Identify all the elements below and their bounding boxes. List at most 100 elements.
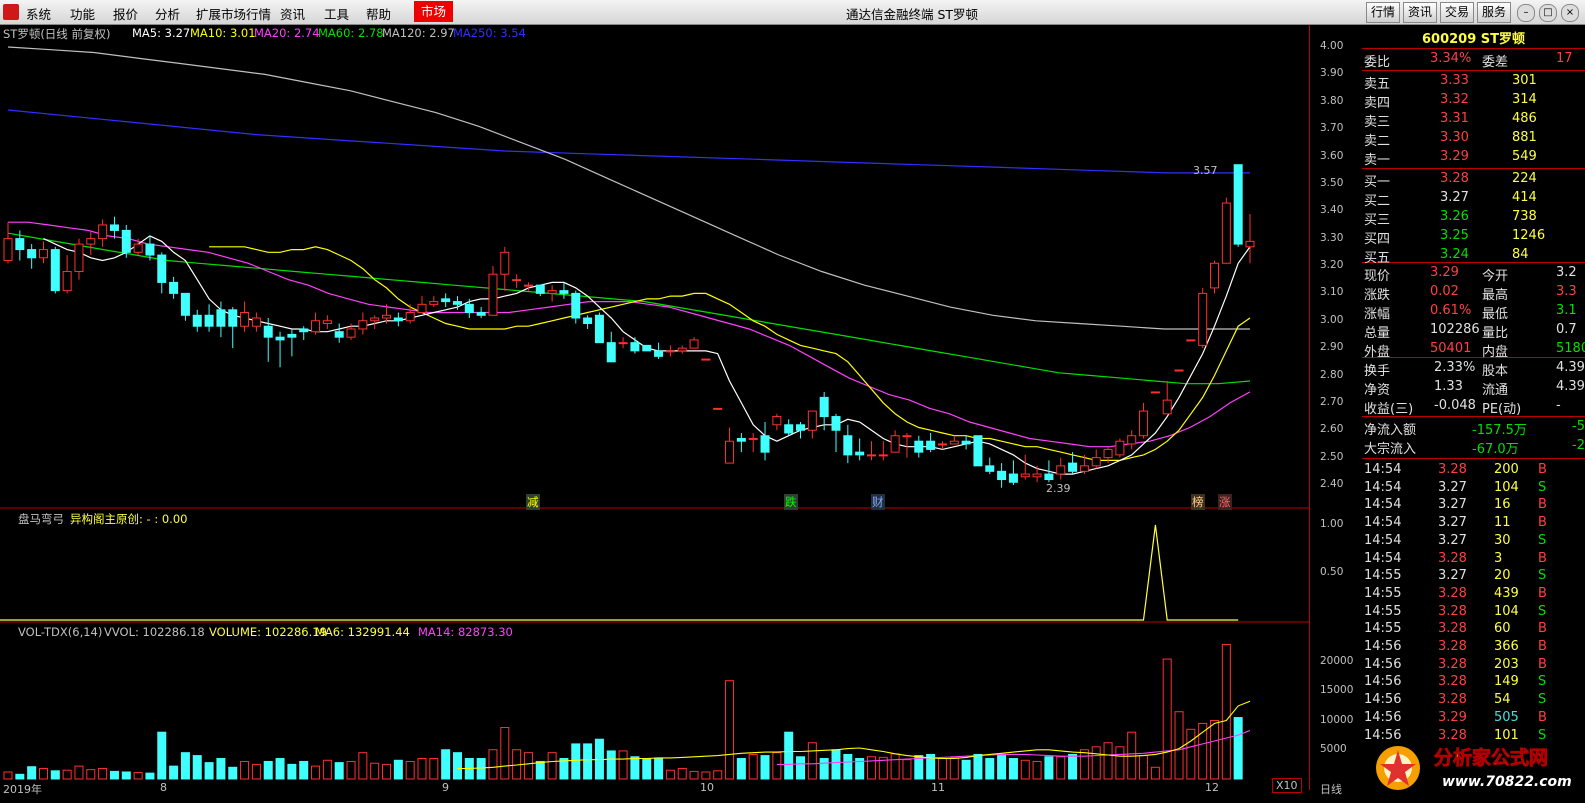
minimize-icon[interactable]: – <box>1517 4 1535 22</box>
ma250-line <box>7 109 1250 174</box>
stat-value: 4.39 <box>1556 379 1585 394</box>
tick-row: 14:54 3.28 3 B <box>1362 551 1585 569</box>
price-tick-label: 2.60 <box>1320 423 1344 436</box>
candle-body <box>713 407 723 410</box>
tick-volume: 60 <box>1494 621 1511 637</box>
event-mark-drop[interactable]: 跌 <box>784 494 798 510</box>
stat-label: 流通 <box>1482 383 1509 398</box>
menu-function[interactable]: 功能 <box>70 4 95 23</box>
tick-side: B <box>1538 515 1547 531</box>
menu-ext-market[interactable]: 扩展市场行情 <box>196 4 271 23</box>
volume-bar <box>27 766 37 780</box>
candle-body <box>1115 440 1125 456</box>
menu-market-tab[interactable]: 市场 <box>414 1 454 22</box>
volume-bar <box>1162 658 1172 780</box>
candle-body <box>192 314 202 327</box>
volume-bar <box>1186 728 1196 780</box>
candle-body <box>1174 369 1184 372</box>
ask-volume: 301 <box>1512 73 1537 88</box>
candle-body <box>926 440 936 450</box>
volume-bar <box>1020 759 1030 780</box>
volume-bar <box>50 770 60 780</box>
candle-body <box>1221 202 1231 264</box>
volume-bar <box>689 770 699 780</box>
candle-body <box>523 284 533 287</box>
menu-system[interactable]: 系统 <box>26 4 51 23</box>
volume-bar <box>571 743 581 780</box>
menu-quote[interactable]: 报价 <box>113 4 138 23</box>
price-tick-label: 3.60 <box>1320 149 1344 162</box>
candle-body <box>299 328 309 333</box>
candle-body <box>1162 399 1172 415</box>
tick-row: 14:54 3.27 16 B <box>1362 497 1585 515</box>
volume-bar <box>665 769 675 780</box>
close-icon[interactable]: × <box>1561 4 1579 22</box>
candle-body <box>618 342 628 345</box>
stat-label: 最高 <box>1482 288 1509 303</box>
maximize-icon[interactable]: □ <box>1539 4 1557 22</box>
volume-bar <box>192 755 202 780</box>
period-tab[interactable]: 日线 <box>1320 781 1342 797</box>
weicha-label: 委差 <box>1482 55 1509 70</box>
toolbar-trade-button[interactable]: 交易 <box>1440 2 1475 23</box>
candle-body <box>216 309 226 327</box>
vol-indicator-name: VOL-TDX(6,14) <box>18 625 103 639</box>
bid-price: 3.24 <box>1440 247 1469 262</box>
tick-volume: 366 <box>1494 639 1519 654</box>
volume-bar <box>334 762 344 780</box>
toolbar-news-button[interactable]: 资讯 <box>1403 2 1438 23</box>
watermark-logo: 分析家公式网 www.70822.com <box>1368 738 1585 800</box>
flow-label: 大宗流入 <box>1364 442 1417 457</box>
event-mark-finance[interactable]: 财 <box>871 494 885 510</box>
kline-chart-svg[interactable] <box>0 25 1309 790</box>
volume-bar <box>121 771 131 780</box>
event-mark-rise[interactable]: 涨 <box>1218 494 1232 510</box>
indicator-tick-label: 0.50 <box>1320 565 1344 578</box>
weicha-value: 17 <box>1556 51 1573 66</box>
volume-bar <box>973 753 983 780</box>
kline-chart-area[interactable]: ST罗顿(日线 前复权) MA5: 3.27 MA10: 3.01 MA20: … <box>0 25 1309 790</box>
volume-bar <box>736 758 746 780</box>
price-tick-label: 3.00 <box>1320 313 1344 326</box>
menu-help[interactable]: 帮助 <box>366 4 391 23</box>
volume-bar <box>216 758 226 780</box>
price-tick-label: 3.30 <box>1320 231 1344 244</box>
candle-body <box>393 317 403 322</box>
bid-price: 3.28 <box>1440 171 1469 186</box>
candle-body <box>15 238 25 251</box>
volume-tick-label: 5000 <box>1320 742 1347 755</box>
candle-body <box>240 312 250 327</box>
ask-volume: 881 <box>1512 130 1537 145</box>
candle-body <box>275 336 285 341</box>
menu-analysis[interactable]: 分析 <box>155 4 180 23</box>
ma250-label: MA250: 3.54 <box>453 26 526 40</box>
stat-label: 涨幅 <box>1364 307 1391 322</box>
tick-row: 14:56 3.28 366 B <box>1362 639 1585 657</box>
toolbar-quote-button[interactable]: 行情 <box>1366 2 1401 23</box>
price-tick-label: 3.70 <box>1320 122 1344 135</box>
candle-body <box>133 243 143 253</box>
stat-value: 3.29 <box>1430 265 1459 280</box>
toolbar-service-button[interactable]: 服务 <box>1477 2 1512 23</box>
ask-row: 卖三 3.31 486 <box>1362 111 1585 130</box>
ma120-label: MA120: 2.97 <box>382 26 455 40</box>
volume-bar <box>1032 760 1042 780</box>
volume-bar <box>618 750 628 780</box>
volume-bar <box>500 727 510 780</box>
tick-row: 14:54 3.27 11 B <box>1362 515 1585 533</box>
menu-tools[interactable]: 工具 <box>324 4 349 23</box>
price-tick-label: 3.40 <box>1320 204 1344 217</box>
menu-news[interactable]: 资讯 <box>280 4 305 23</box>
stat-value: 1.33 <box>1434 379 1463 394</box>
event-mark-reduce[interactable]: 减 <box>526 494 540 510</box>
bid-row: 买三 3.26 738 <box>1362 209 1585 228</box>
tick-volume: 30 <box>1494 532 1511 548</box>
tick-volume: 16 <box>1494 497 1511 513</box>
candle-body <box>831 416 841 431</box>
event-mark-list[interactable]: 榜 <box>1191 494 1205 510</box>
candle-body <box>760 435 770 453</box>
tick-volume: 104 <box>1494 479 1519 495</box>
date-label-2019: 2019年 <box>3 783 42 796</box>
candle-body <box>594 314 604 344</box>
tick-volume: 104 <box>1494 603 1519 619</box>
